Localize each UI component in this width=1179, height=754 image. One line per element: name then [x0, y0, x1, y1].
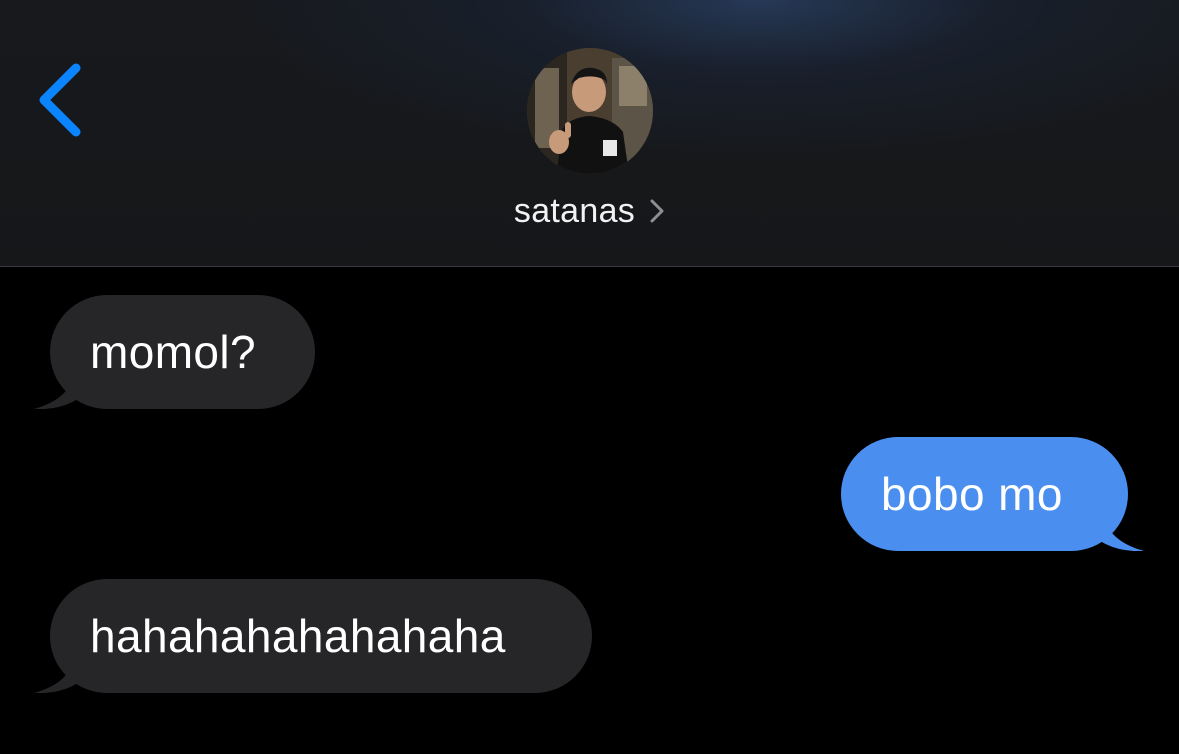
conversation-screen: satanas momol? bobo mo hahahahahahahaha: [0, 0, 1179, 754]
message-bubble[interactable]: hahahahahahahaha: [50, 579, 592, 693]
message-sent: bobo mo: [841, 437, 1144, 551]
contact-photo: [527, 48, 653, 174]
message-received: hahahahahahahaha: [34, 579, 592, 693]
message-bubble[interactable]: bobo mo: [841, 437, 1128, 551]
chevron-left-icon: [39, 63, 81, 137]
conversation-header: satanas: [0, 0, 1179, 267]
contact-info-button[interactable]: satanas: [0, 188, 1179, 234]
message-received: momol?: [34, 295, 315, 409]
message-bubble[interactable]: momol?: [50, 295, 315, 409]
avatar[interactable]: [527, 48, 653, 174]
chevron-right-icon: [649, 198, 665, 224]
message-text: hahahahahahahaha: [90, 610, 506, 662]
back-button[interactable]: [28, 58, 92, 142]
message-text: bobo mo: [881, 468, 1063, 520]
contact-name: satanas: [513, 191, 636, 230]
message-text: momol?: [90, 326, 257, 378]
